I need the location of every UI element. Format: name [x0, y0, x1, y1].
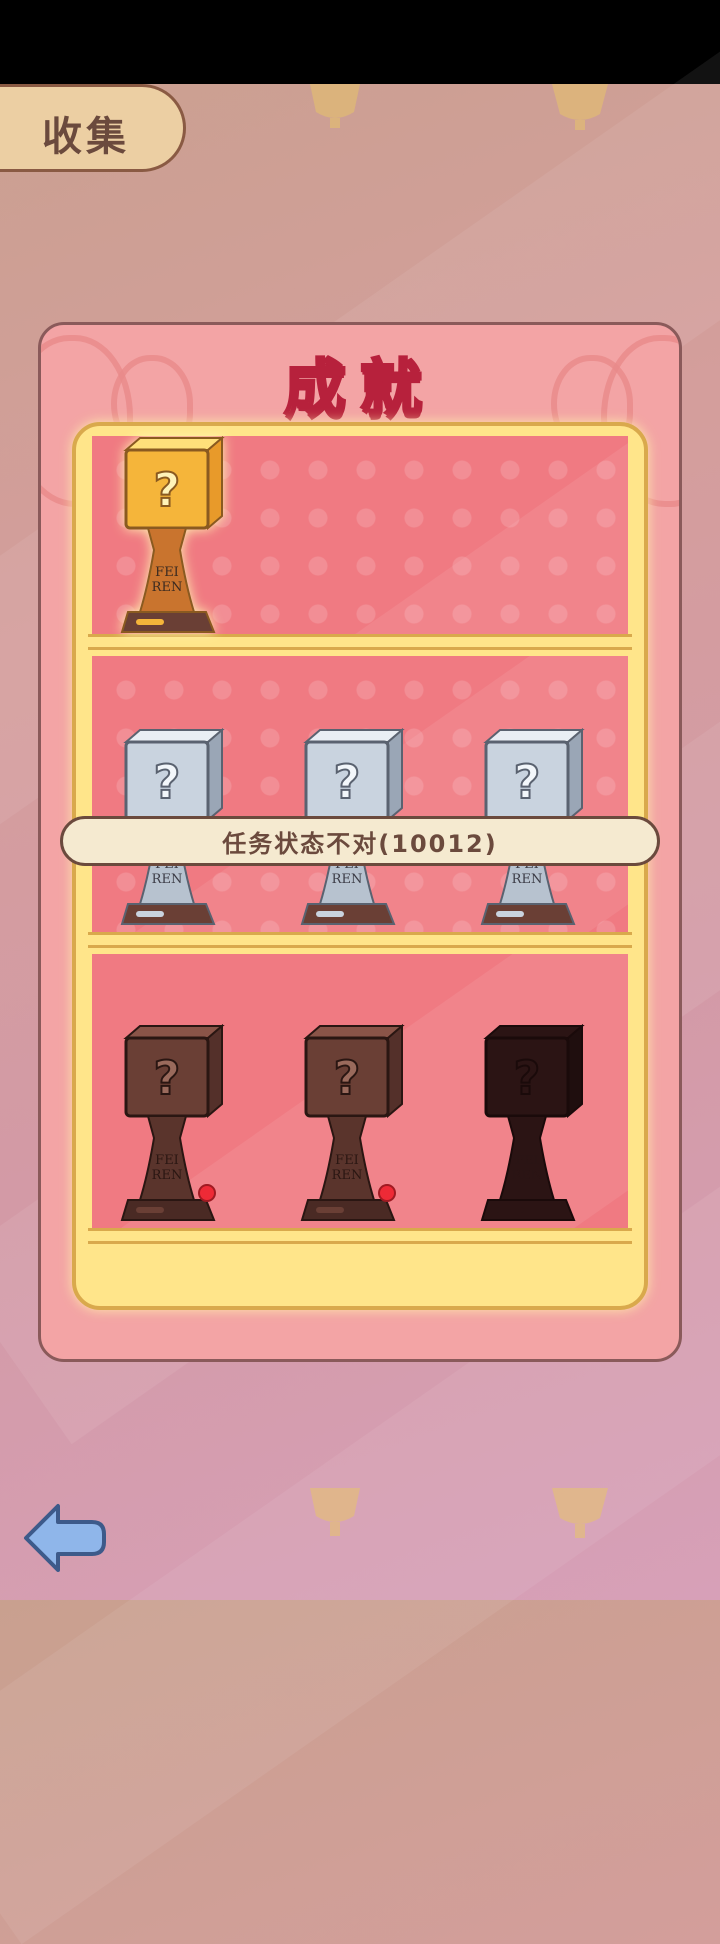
trophy-decoration-icon: [552, 1488, 608, 1538]
status-bar: [0, 0, 720, 84]
svg-text:?: ?: [154, 755, 181, 809]
shelf-plank: [88, 634, 632, 650]
notification-dot: [378, 1184, 396, 1202]
svg-text:REN: REN: [512, 1168, 543, 1183]
trophy-locked-icon[interactable]: ? FEI REN: [478, 1024, 588, 1224]
back-arrow-icon: [24, 1504, 106, 1572]
svg-text:REN: REN: [332, 1168, 363, 1183]
trophy-decoration-icon: [310, 1488, 360, 1536]
svg-text:REN: REN: [332, 872, 363, 887]
svg-text:FEI: FEI: [515, 1153, 539, 1168]
collection-tab-label: 收集: [42, 114, 130, 160]
svg-text:?: ?: [154, 1051, 181, 1105]
svg-text:FEI: FEI: [335, 1153, 359, 1168]
svg-text:FEI: FEI: [155, 565, 179, 580]
svg-text:?: ?: [514, 1051, 541, 1105]
svg-text:FEI: FEI: [155, 1153, 179, 1168]
svg-text:REN: REN: [512, 872, 543, 887]
svg-text:?: ?: [154, 463, 181, 517]
panel-title: 成就: [282, 351, 436, 427]
trophy-decoration-icon: [310, 84, 360, 128]
trophy-gold-icon[interactable]: ? FEI REN: [118, 436, 228, 636]
svg-text:REN: REN: [152, 1168, 183, 1183]
svg-text:?: ?: [334, 755, 361, 809]
notification-dot: [198, 1184, 216, 1202]
error-toast: 任务状态不对(10012): [60, 816, 660, 866]
shelf-plank: [88, 1228, 632, 1244]
back-button[interactable]: [22, 1500, 108, 1576]
svg-text:?: ?: [334, 1051, 361, 1105]
svg-text:REN: REN: [152, 872, 183, 887]
trophy-decoration-icon: [552, 84, 608, 130]
toast-message: 任务状态不对(10012): [222, 829, 498, 858]
svg-text:REN: REN: [152, 580, 183, 595]
svg-text:?: ?: [514, 755, 541, 809]
shelf-plank: [88, 932, 632, 948]
